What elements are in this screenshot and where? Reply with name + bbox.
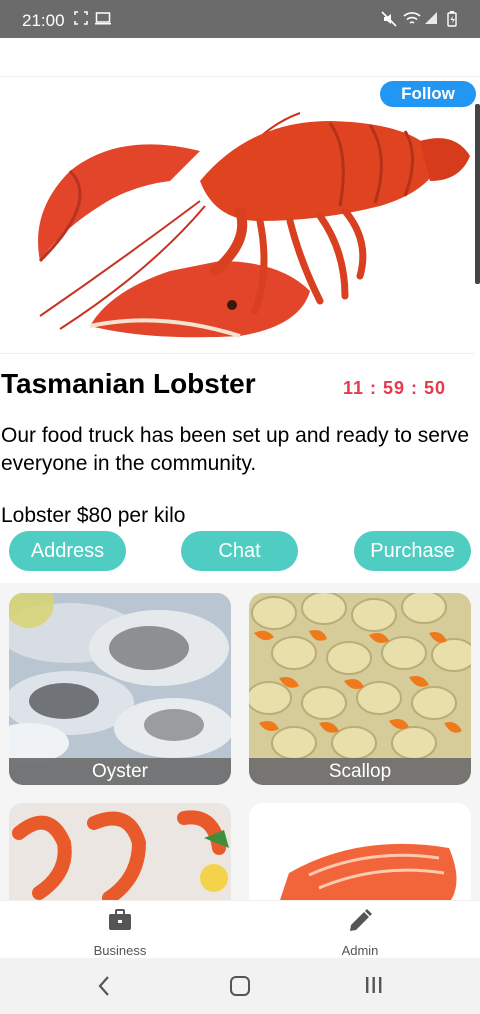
- product-price: Lobster $80 per kilo: [1, 504, 186, 527]
- product-card-salmon[interactable]: [249, 803, 471, 903]
- briefcase-icon: [108, 909, 132, 936]
- screenshot-icon: [74, 11, 88, 28]
- product-image: [0, 111, 474, 354]
- signal-icon: [424, 11, 438, 28]
- salmon-image: [249, 803, 471, 903]
- oyster-image: [9, 593, 231, 785]
- scallop-image: [249, 593, 471, 785]
- prawn-image: [9, 803, 231, 903]
- wifi-icon: [403, 11, 421, 30]
- countdown-timer: 11 : 59 : 50: [343, 378, 447, 398]
- bottom-navigation: Business Admin: [0, 900, 480, 959]
- chat-button[interactable]: Chat: [181, 531, 298, 571]
- nav-admin[interactable]: Admin: [300, 901, 420, 959]
- scroll-indicator[interactable]: [475, 104, 480, 284]
- product-card-oyster[interactable]: Oyster: [9, 593, 231, 785]
- product-description: Our food truck has been set up and ready…: [1, 424, 470, 475]
- mute-icon: [381, 11, 397, 30]
- product-card-label: Oyster: [9, 758, 231, 785]
- pencil-icon: [347, 908, 373, 939]
- purchase-button[interactable]: Purchase: [354, 531, 471, 571]
- cast-icon: [95, 11, 111, 28]
- address-button[interactable]: Address: [9, 531, 126, 571]
- status-bar: 21:00: [0, 0, 480, 38]
- lobster-illustration: [38, 112, 470, 338]
- nav-business[interactable]: Business: [60, 901, 180, 959]
- status-time: 21:00: [22, 11, 65, 30]
- follow-button[interactable]: Follow: [380, 81, 476, 107]
- back-icon[interactable]: [96, 975, 112, 1002]
- nav-admin-label: Admin: [341, 943, 379, 958]
- home-icon[interactable]: [229, 975, 251, 1002]
- product-card-prawn[interactable]: [9, 803, 231, 903]
- system-navigation-bar: [0, 958, 480, 1014]
- battery-icon: [447, 11, 457, 30]
- top-app-bar: [0, 38, 480, 77]
- recents-icon[interactable]: [364, 976, 384, 999]
- product-title: Tasmanian Lobster: [1, 368, 256, 399]
- product-card-label: Scallop: [249, 758, 471, 785]
- nav-business-label: Business: [93, 943, 147, 958]
- product-card-scallop[interactable]: Scallop: [249, 593, 471, 785]
